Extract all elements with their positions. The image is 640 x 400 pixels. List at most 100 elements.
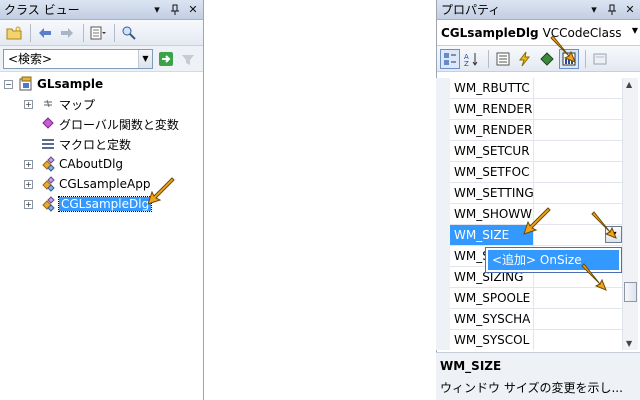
- vertical-scrollbar[interactable]: ▲ ▼: [622, 78, 638, 350]
- toolbar-separator: [585, 49, 586, 68]
- message-handler[interactable]: [534, 162, 625, 182]
- property-pages-icon[interactable]: [590, 49, 610, 69]
- back-icon[interactable]: [35, 23, 55, 43]
- class-icon: [42, 156, 55, 172]
- tree-item-globals[interactable]: グローバル関数と変数: [40, 115, 179, 133]
- tree-item-project[interactable]: GLsample: [18, 75, 103, 93]
- new-folder-icon[interactable]: [4, 23, 24, 43]
- message-name: WM_SYSCHA: [450, 309, 534, 329]
- properties-title: プロパティ: [441, 3, 501, 17]
- tree-item-class[interactable]: CGLsampleApp: [40, 175, 150, 193]
- pin-icon[interactable]: [604, 2, 620, 18]
- message-row[interactable]: WM_SETCUR: [450, 141, 625, 162]
- toolbar-separator: [114, 23, 115, 42]
- close-icon[interactable]: ✕: [622, 2, 638, 18]
- search-placeholder: <検索>: [8, 52, 53, 66]
- message-row[interactable]: WM_SYSCOL: [450, 330, 625, 350]
- message-handler[interactable]: [534, 183, 625, 203]
- scroll-thumb[interactable]: [624, 282, 637, 302]
- pin-icon[interactable]: [167, 2, 183, 18]
- toolbar-separator: [30, 23, 31, 42]
- description-title: WM_SIZE: [440, 359, 502, 373]
- events-icon[interactable]: [515, 49, 535, 69]
- map-icon: [44, 99, 52, 108]
- dropdown-icon[interactable]: ▾: [586, 2, 602, 18]
- message-row[interactable]: WM_SYSCHA: [450, 309, 625, 330]
- message-row[interactable]: WM_RENDER: [450, 120, 625, 141]
- view-settings-icon[interactable]: [88, 23, 108, 43]
- macro-icon: [42, 139, 54, 149]
- message-name: WM_SPOOLE: [450, 288, 534, 308]
- class-icon: [42, 176, 55, 192]
- message-handler[interactable]: [534, 78, 625, 98]
- message-name: WM_RBUTTC: [450, 78, 534, 98]
- tree-item-class-selected[interactable]: CGLsampleDlg: [40, 195, 153, 213]
- go-search-icon[interactable]: [156, 49, 176, 69]
- message-name: WM_SETCUR: [450, 141, 534, 161]
- message-name: WM_SETTING: [450, 183, 534, 203]
- class-icon: [42, 196, 55, 212]
- message-handler[interactable]: [534, 141, 625, 161]
- message-handler[interactable]: [534, 99, 625, 119]
- message-handler[interactable]: [534, 330, 625, 350]
- class-view-panel: クラス ビュー ▾ ✕ <検索> ▼ − GLsample + マップ グローバ…: [0, 0, 204, 400]
- search-input[interactable]: <検索> ▼: [3, 48, 153, 69]
- collapse-icon[interactable]: −: [4, 80, 13, 89]
- pointer-arrow-icon: [591, 211, 617, 239]
- forward-icon[interactable]: [57, 23, 77, 43]
- alphabetical-icon[interactable]: AZ: [462, 49, 482, 69]
- toolbar-separator: [83, 23, 84, 42]
- properties-titlebar: プロパティ ▾ ✕: [437, 0, 640, 20]
- tree-item-label: マップ: [59, 97, 96, 112]
- grid-margin: [436, 78, 450, 350]
- message-handler[interactable]: [534, 120, 625, 140]
- clear-search-icon[interactable]: [178, 49, 198, 69]
- expand-icon[interactable]: +: [24, 160, 33, 169]
- tree-item-label: GLsample: [37, 77, 104, 91]
- scroll-up-icon[interactable]: ▲: [626, 80, 632, 89]
- categorized-icon[interactable]: [440, 48, 460, 69]
- chevron-down-icon[interactable]: ▼: [632, 26, 638, 35]
- class-view-title: クラス ビュー: [4, 3, 80, 17]
- properties-toolbar: AZ: [437, 46, 640, 72]
- message-name: WM_RENDER: [450, 120, 534, 140]
- tree-item-label: グローバル関数と変数: [59, 117, 179, 132]
- object-selector[interactable]: CGLsampleDlg VCCodeClass ▼: [437, 20, 640, 46]
- expand-icon[interactable]: +: [24, 200, 33, 209]
- class-view-toolbar: [0, 20, 203, 46]
- svg-text:Z: Z: [464, 60, 469, 66]
- message-name: WM_RENDER: [450, 99, 534, 119]
- toolbar-separator: [488, 49, 489, 68]
- find-symbol-icon[interactable]: [119, 23, 139, 43]
- description-text: ウィンドウ サイズの変更を示し...: [440, 381, 623, 395]
- message-name: WM_SYSCOL: [450, 330, 534, 350]
- class-tree: − GLsample + マップ グローバル関数と変数 マクロと定数 + CAb…: [0, 72, 203, 212]
- tree-item-label: マクロと定数: [59, 137, 132, 152]
- dropdown-icon[interactable]: ▾: [149, 2, 165, 18]
- search-row: <検索> ▼: [0, 46, 203, 72]
- global-function-icon: [42, 117, 54, 129]
- class-view-titlebar: クラス ビュー ▾ ✕: [0, 0, 203, 20]
- properties-icon[interactable]: [493, 49, 513, 69]
- chevron-down-icon[interactable]: ▼: [138, 49, 152, 68]
- message-row[interactable]: WM_SETFOC: [450, 162, 625, 183]
- message-row[interactable]: WM_SETTING: [450, 183, 625, 204]
- message-handler[interactable]: [534, 309, 625, 329]
- project-icon: [19, 76, 32, 91]
- screenshot-root: クラス ビュー ▾ ✕ <検索> ▼ − GLsample + マップ グローバ…: [0, 0, 640, 400]
- tree-item-class[interactable]: CAboutDlg: [40, 155, 123, 173]
- tree-item-macros[interactable]: マクロと定数: [40, 135, 131, 153]
- description-panel: WM_SIZE ウィンドウ サイズの変更を示し...: [436, 352, 640, 400]
- expand-icon[interactable]: +: [24, 180, 33, 189]
- object-name: CGLsampleDlg: [441, 25, 539, 40]
- close-icon[interactable]: ✕: [185, 2, 201, 18]
- pointer-arrow-icon: [147, 177, 175, 205]
- message-row[interactable]: WM_RBUTTC: [450, 78, 625, 99]
- tree-item-maps[interactable]: マップ: [40, 95, 95, 113]
- scroll-down-icon[interactable]: ▼: [626, 339, 632, 348]
- pointer-arrow-icon: [581, 263, 607, 291]
- pointer-arrow-icon: [523, 207, 551, 235]
- tree-item-label: CGLsampleApp: [59, 177, 151, 191]
- expand-icon[interactable]: +: [24, 100, 33, 109]
- message-row[interactable]: WM_RENDER: [450, 99, 625, 120]
